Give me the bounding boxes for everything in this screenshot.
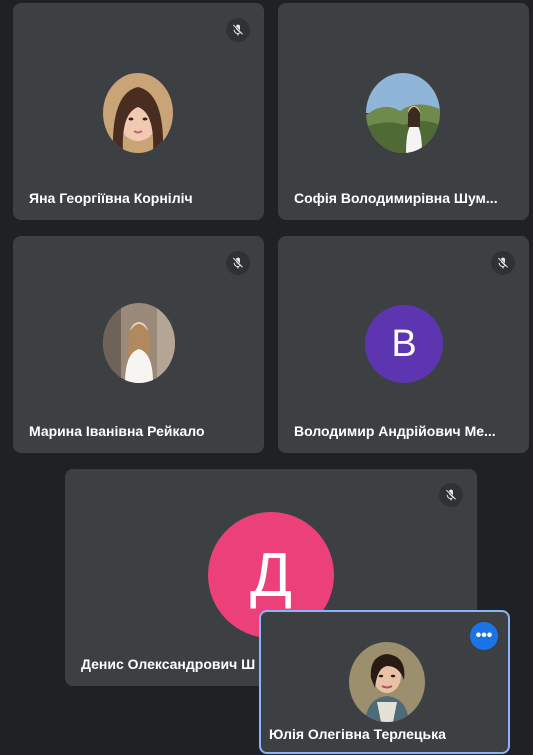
participant-avatar — [366, 73, 440, 153]
participant-tile[interactable]: Софія Володимирівна Шум... — [278, 3, 529, 220]
participant-name: Марина Іванівна Рейкало — [29, 423, 205, 439]
mic-off-icon — [226, 18, 250, 42]
participant-tile[interactable]: В Володимир Андрійович Ме... — [278, 236, 529, 453]
mic-off-icon — [491, 251, 515, 275]
participant-avatar — [103, 303, 175, 383]
self-name: Юлія Олегівна Терлецька — [269, 726, 446, 742]
mic-off-icon — [226, 251, 250, 275]
self-view-tile[interactable]: ••• Юлія Олегівна Терлецька — [259, 610, 510, 754]
more-options-button[interactable]: ••• — [470, 622, 498, 650]
meet-grid: Яна Георгіївна Корніліч Софія Володимирі… — [0, 0, 533, 755]
participant-tile[interactable]: Марина Іванівна Рейкало — [13, 236, 264, 453]
participant-name: Яна Георгіївна Корніліч — [29, 190, 193, 206]
self-avatar — [349, 642, 425, 722]
participant-tile[interactable]: Яна Георгіївна Корніліч — [13, 3, 264, 220]
more-horiz-icon: ••• — [475, 627, 493, 644]
participant-name: Володимир Андрійович Ме... — [294, 423, 496, 439]
mic-off-icon — [439, 483, 463, 507]
participant-avatar — [103, 73, 173, 153]
participant-name: Денис Олександрович Ш — [81, 656, 256, 672]
participant-name: Софія Володимирівна Шум... — [294, 190, 498, 206]
participant-avatar-letter: В — [365, 305, 443, 383]
